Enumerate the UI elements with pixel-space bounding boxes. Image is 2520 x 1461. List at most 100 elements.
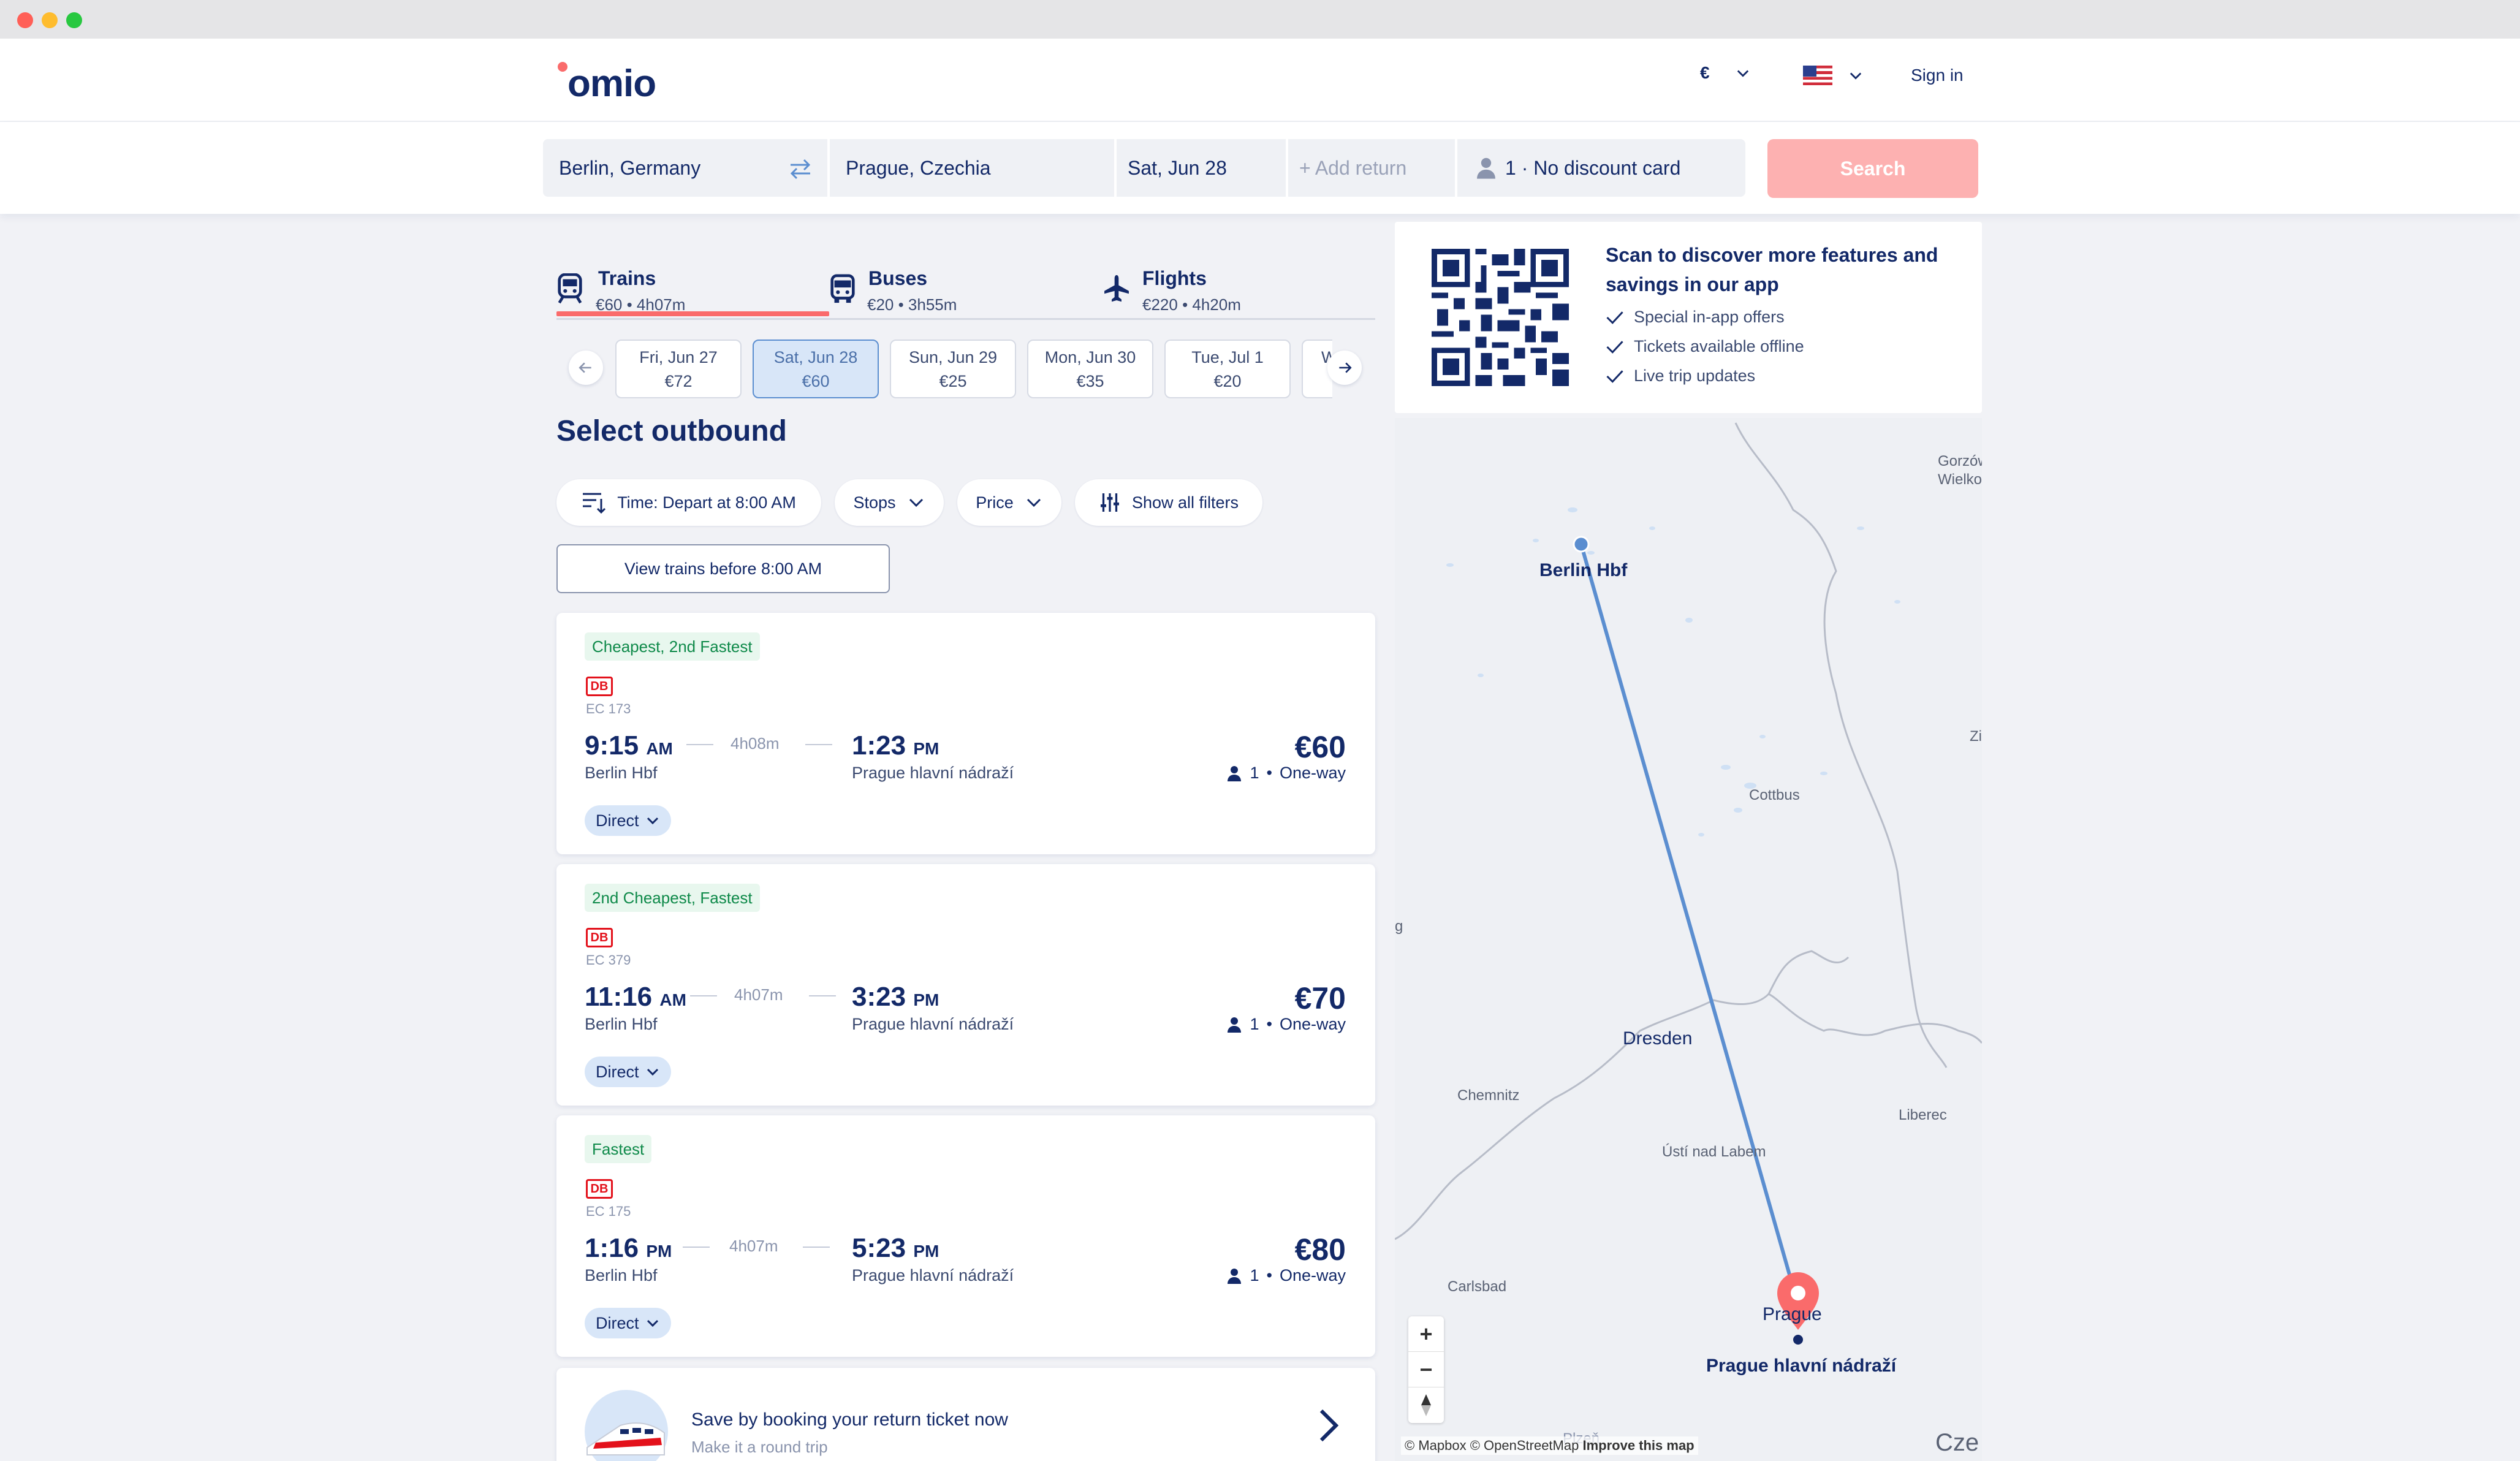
time-filter-label: Time: Depart at 8:00 AM (617, 493, 796, 512)
bus-icon (830, 274, 855, 303)
check-icon (1606, 311, 1623, 324)
add-return-placeholder: + Add return (1299, 156, 1407, 179)
app-feature-item: Special in-app offers (1606, 308, 1785, 327)
date-carousel: Fri, Jun 27 €72 Sat, Jun 28 €60 Sun, Jun 2… (556, 336, 1375, 401)
chevron-down-icon (1027, 498, 1041, 507)
arrival-ampm: PM (913, 990, 939, 1009)
view-earlier-trains-button[interactable]: View trains before 8:00 AM (556, 544, 890, 593)
result-card[interactable]: 2nd Cheapest, Fastest DB EC 379 11:16 AM… (556, 864, 1375, 1106)
date-option[interactable]: Tue, Jul 1 €20 (1164, 340, 1291, 398)
departure-station: Berlin Hbf (585, 764, 658, 782)
date-option-selected[interactable]: Sat, Jun 28 €60 (753, 340, 879, 398)
trip-type: One-way (1279, 1266, 1346, 1285)
result-card[interactable]: Fastest DB EC 175 1:16 PM 4h07m 5:23 PM … (556, 1115, 1375, 1357)
train-number: EC 173 (586, 701, 631, 716)
from-value: Berlin, Germany (559, 156, 701, 179)
date-price: €35 (1076, 372, 1104, 390)
price: €60 (1294, 730, 1346, 764)
route-map[interactable]: Gorzów Wielkopo Berlin Hbf Zi Cottbus g … (1395, 418, 1982, 1461)
maximize-window-icon[interactable] (66, 12, 82, 28)
stops-toggle-button[interactable]: Direct (585, 1057, 671, 1087)
passenger-count: 1 (1250, 1266, 1259, 1285)
arrival-time: 5:23 PM (852, 1233, 939, 1264)
round-trip-promo[interactable]: Save by booking your return ticket now M… (556, 1368, 1375, 1461)
date-option[interactable]: Fri, Jun 27 €72 (615, 340, 742, 398)
departure-clock: 11:16 (585, 982, 653, 1012)
duration: 4h08m (731, 734, 780, 753)
result-badge: Cheapest, 2nd Fastest (585, 632, 760, 661)
map-label-dresden: Dresden (1623, 1028, 1693, 1049)
add-return-field[interactable]: + Add return (1288, 139, 1455, 197)
app-promo-card: Scan to discover more features and savin… (1395, 222, 1982, 413)
separator: • (1266, 1266, 1272, 1285)
result-badge: Fastest (585, 1135, 652, 1163)
passengers-field[interactable]: 1 · No discount card (1457, 139, 1745, 197)
train-number: EC 175 (586, 1204, 631, 1219)
arrival-station: Prague hlavní nádraží (852, 764, 1014, 782)
result-card[interactable]: Cheapest, 2nd Fastest DB EC 173 9:15 AM … (556, 613, 1375, 854)
zoom-out-button[interactable]: − (1408, 1352, 1444, 1387)
arrival-ampm: PM (913, 739, 939, 758)
price-filter-button[interactable]: Price (957, 479, 1061, 526)
all-filters-button[interactable]: Show all filters (1075, 479, 1262, 526)
tab-flights[interactable]: Flights €220 • 4h20m (1102, 255, 1375, 316)
attribution-text[interactable]: © Mapbox © OpenStreetMap (1405, 1438, 1579, 1453)
currency-label: € (1700, 63, 1710, 82)
compass-icon (1421, 1394, 1431, 1416)
next-dates-button[interactable] (1327, 351, 1362, 385)
active-tab-indicator (556, 311, 829, 316)
train-number: EC 379 (586, 952, 631, 968)
chevron-down-icon (647, 1068, 658, 1076)
tab-buses[interactable]: Buses €20 • 3h55m (829, 255, 1102, 316)
train-icon (558, 273, 582, 304)
map-label-gorzow: Gorzów Wielkopo (1938, 453, 1982, 488)
duration: 4h07m (734, 985, 783, 1004)
improve-map-link[interactable]: Improve this map (1582, 1438, 1694, 1453)
from-field[interactable]: Berlin, Germany (543, 139, 827, 197)
minimize-window-icon[interactable] (42, 12, 58, 28)
trip-type: One-way (1279, 1015, 1346, 1033)
departure-ampm: AM (646, 739, 673, 758)
map-label-partial: g (1395, 918, 1403, 935)
arrow-right-icon (1339, 362, 1352, 373)
to-field[interactable]: Prague, Czechia (830, 139, 1114, 197)
map-label-carlsbad: Carlsbad (1448, 1278, 1507, 1295)
zoom-in-button[interactable]: + (1408, 1316, 1444, 1352)
map-label-berlin: Berlin Hbf (1539, 560, 1628, 580)
chevron-down-icon (1850, 72, 1862, 80)
stops-toggle-button[interactable]: Direct (585, 805, 671, 836)
close-window-icon[interactable] (17, 12, 33, 28)
zoom-controls: + − (1408, 1316, 1444, 1423)
date-value: Sat, Jun 28 (1128, 156, 1227, 179)
swap-icon[interactable] (788, 157, 813, 180)
stops-filter-button[interactable]: Stops (835, 479, 944, 526)
search-button[interactable]: Search (1767, 139, 1978, 198)
tab-trains[interactable]: Trains €60 • 4h07m (556, 255, 829, 316)
check-icon (1606, 370, 1623, 383)
sign-in-link[interactable]: Sign in (1911, 66, 1964, 85)
prev-dates-button[interactable] (569, 351, 603, 385)
compass-button[interactable] (1408, 1387, 1444, 1423)
date-option[interactable]: Mon, Jun 30 €35 (1027, 340, 1153, 398)
db-logo-icon: DB (586, 677, 613, 696)
qr-code-icon[interactable] (1432, 249, 1569, 386)
time-filter-button[interactable]: Time: Depart at 8:00 AM (556, 479, 821, 526)
arrival-ampm: PM (913, 1242, 939, 1261)
chevron-down-icon (1737, 70, 1748, 77)
stops-toggle-button[interactable]: Direct (585, 1308, 671, 1338)
map-attribution: © Mapbox © OpenStreetMap Improve this ma… (1401, 1436, 1698, 1455)
passenger-info: 1 • One-way (1226, 1015, 1346, 1034)
separator: • (1266, 1015, 1272, 1033)
duration-line (803, 1247, 830, 1248)
date-day: Mon, Jun 30 (1044, 348, 1136, 366)
map-label-chemnitz: Chemnitz (1457, 1087, 1520, 1104)
date-price: €25 (939, 372, 967, 390)
browser-chrome (0, 0, 2520, 39)
date-field[interactable]: Sat, Jun 28 (1117, 139, 1286, 197)
map-label-cottbus: Cottbus (1749, 787, 1800, 803)
date-option[interactable]: Sun, Jun 29 €25 (890, 340, 1016, 398)
language-selector[interactable] (1803, 66, 1864, 85)
chevron-right-icon (1319, 1409, 1339, 1442)
currency-selector[interactable]: € (1700, 63, 1751, 83)
map-label-prague-station: Prague hlavní nádraží (1706, 1356, 1897, 1376)
